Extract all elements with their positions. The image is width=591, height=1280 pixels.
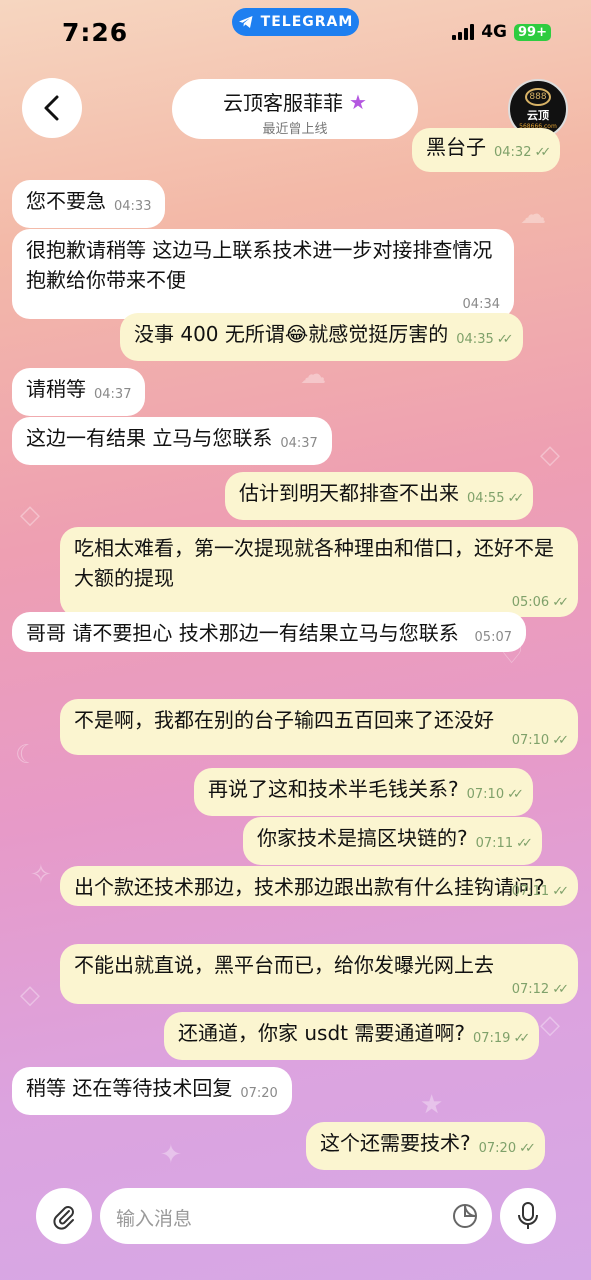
message-time: 07:20 xyxy=(478,1141,517,1156)
message-bubble[interactable]: 很抱歉请稍等 这边马上联系技术进一步对接排查情况抱歉给你带来不便 04:34 xyxy=(12,229,514,319)
battery-badge: 99+ xyxy=(514,23,551,41)
read-ticks-icon: ✓✓ xyxy=(519,1141,536,1156)
message-bubble[interactable]: 出个款还技术那边，技术那边跟出款有什么挂钩请问? 07:11 ✓✓ xyxy=(60,866,578,906)
message-time: 07:10 xyxy=(511,733,550,748)
message-time: 04:37 xyxy=(280,436,318,451)
message-bubble[interactable]: 没事 400 无所谓😂就感觉挺厉害的 04:35 ✓✓ xyxy=(120,313,523,361)
message-time: 04:34 xyxy=(462,297,500,312)
message-text: 还通道，你家 usdt 需要通道啊? xyxy=(178,1021,465,1045)
message-time: 04:33 xyxy=(114,199,152,214)
message-bubble[interactable]: 这边一有结果 立马与您联系 04:37 xyxy=(12,417,332,465)
message-text: 吃相太难看，第一次提现就各种理由和借口，还好不是大额的提现 xyxy=(74,536,554,590)
message-text: 黑台子 xyxy=(426,135,486,159)
message-time: 07:11 xyxy=(475,836,514,851)
message-text: 不能出就直说，黑平台而已，给你发曝光网上去 xyxy=(74,953,494,977)
message-bubble[interactable]: 黑台子 04:32 ✓✓ xyxy=(412,128,561,172)
message-time: 07:10 xyxy=(466,787,505,802)
message-bubble[interactable]: 哥哥 请不要担心 技术那边一有结果立马与您联系 05:07 xyxy=(12,612,526,652)
avatar-logo-text: 云顶 xyxy=(527,109,549,122)
read-ticks-icon: ✓✓ xyxy=(507,491,524,506)
message-bubble[interactable]: 这个还需要技术? 07:20 ✓✓ xyxy=(306,1122,545,1170)
read-ticks-icon: ✓✓ xyxy=(552,733,569,748)
microphone-icon xyxy=(518,1202,538,1229)
attach-button[interactable] xyxy=(36,1188,92,1244)
telegram-pill-label: TELEGRAM xyxy=(260,14,354,30)
read-ticks-icon: ✓✓ xyxy=(496,332,514,347)
message-bubble[interactable]: 稍等 还在等待技术回复 07:20 xyxy=(12,1067,292,1115)
message-time: 07:19 xyxy=(472,1031,511,1046)
message-time: 05:06 xyxy=(511,595,550,610)
message-bubble[interactable]: 还通道，你家 usdt 需要通道啊? 07:19 ✓✓ xyxy=(164,1012,540,1060)
message-text: 不是啊，我都在别的台子输四五百回来了还没好 xyxy=(74,708,494,732)
message-bubble[interactable]: 不能出就直说，黑平台而已，给你发曝光网上去 07:12 ✓✓ xyxy=(60,944,578,1004)
message-time: 07:11 xyxy=(511,884,550,899)
back-button[interactable] xyxy=(22,78,82,138)
message-time: 07:12 xyxy=(511,982,550,997)
status-bar: 7:26 TELEGRAM 4G 99+ xyxy=(0,0,591,70)
read-ticks-icon: ✓✓ xyxy=(552,595,569,610)
paperclip-icon xyxy=(53,1206,74,1230)
message-time: 07:20 xyxy=(240,1086,278,1101)
message-time: 04:55 xyxy=(467,491,505,506)
message-bubble[interactable]: 再说了这和技术半毛钱关系? 07:10 ✓✓ xyxy=(194,768,533,816)
message-input[interactable]: 输入消息 xyxy=(100,1188,492,1244)
message-text: 很抱歉请稍等 这边马上联系技术进一步对接排查情况抱歉给你带来不便 xyxy=(26,238,493,292)
contact-name: 云顶客服菲菲 xyxy=(223,91,344,115)
sticker-icon[interactable] xyxy=(452,1203,478,1229)
message-text: 没事 400 无所谓😂就感觉挺厉害的 xyxy=(134,322,449,346)
message-text: 这个还需要技术? xyxy=(320,1131,471,1155)
message-text: 你家技术是搞区块链的? xyxy=(257,826,468,850)
signal-icon xyxy=(452,24,475,40)
message-bubble[interactable]: 您不要急 04:33 xyxy=(12,180,166,228)
read-ticks-icon: ✓✓ xyxy=(513,1031,530,1046)
message-text: 再说了这和技术半毛钱关系? xyxy=(208,777,459,801)
message-bubble[interactable]: 你家技术是搞区块链的? 07:11 ✓✓ xyxy=(243,817,542,865)
read-ticks-icon: ✓✓ xyxy=(516,836,533,851)
voice-record-button[interactable] xyxy=(500,1188,556,1244)
status-time: 7:26 xyxy=(62,18,129,47)
message-input-placeholder: 输入消息 xyxy=(116,1208,193,1230)
message-time: 04:37 xyxy=(94,387,132,402)
chat-title[interactable]: 云顶客服菲菲 ★ 最近曾上线 xyxy=(172,79,418,139)
star-icon: ★ xyxy=(349,89,367,114)
message-text: 这边一有结果 立马与您联系 xyxy=(26,426,273,450)
avatar-logo-ring: 888 xyxy=(525,88,551,106)
message-bubble[interactable]: 估计到明天都排查不出来 04:55 ✓✓ xyxy=(225,472,534,520)
message-text: 请稍等 xyxy=(26,377,86,401)
message-bubble[interactable]: 请稍等 04:37 xyxy=(12,368,146,416)
telegram-pill[interactable]: TELEGRAM xyxy=(232,8,359,36)
message-bubble[interactable]: 不是啊，我都在别的台子输四五百回来了还没好 07:10 ✓✓ xyxy=(60,699,578,755)
message-time: 04:32 xyxy=(494,145,532,160)
read-ticks-icon: ✓✓ xyxy=(552,884,569,899)
read-ticks-icon: ✓✓ xyxy=(507,787,524,802)
telegram-plane-icon xyxy=(238,16,253,28)
message-text: 哥哥 请不要担心 技术那边一有结果立马与您联系 xyxy=(26,621,459,645)
message-text: 估计到明天都排查不出来 xyxy=(239,481,459,505)
message-bubble[interactable]: 吃相太难看，第一次提现就各种理由和借口，还好不是大额的提现 05:06 ✓✓ xyxy=(60,527,578,617)
last-seen-status: 最近曾上线 xyxy=(262,122,328,137)
status-indicators: 4G 99+ xyxy=(452,22,551,42)
read-ticks-icon: ✓✓ xyxy=(552,982,569,997)
read-ticks-icon: ✓✓ xyxy=(534,145,551,160)
message-text: 您不要急 xyxy=(26,189,106,213)
composer-bar: 输入消息 xyxy=(0,1180,591,1280)
message-time: 04:35 xyxy=(456,332,494,347)
network-type: 4G xyxy=(481,22,508,42)
message-text: 稍等 还在等待技术回复 xyxy=(26,1076,233,1100)
message-text: 出个款还技术那边，技术那边跟出款有什么挂钩请问? xyxy=(74,875,545,899)
back-arrow-icon xyxy=(44,95,59,121)
